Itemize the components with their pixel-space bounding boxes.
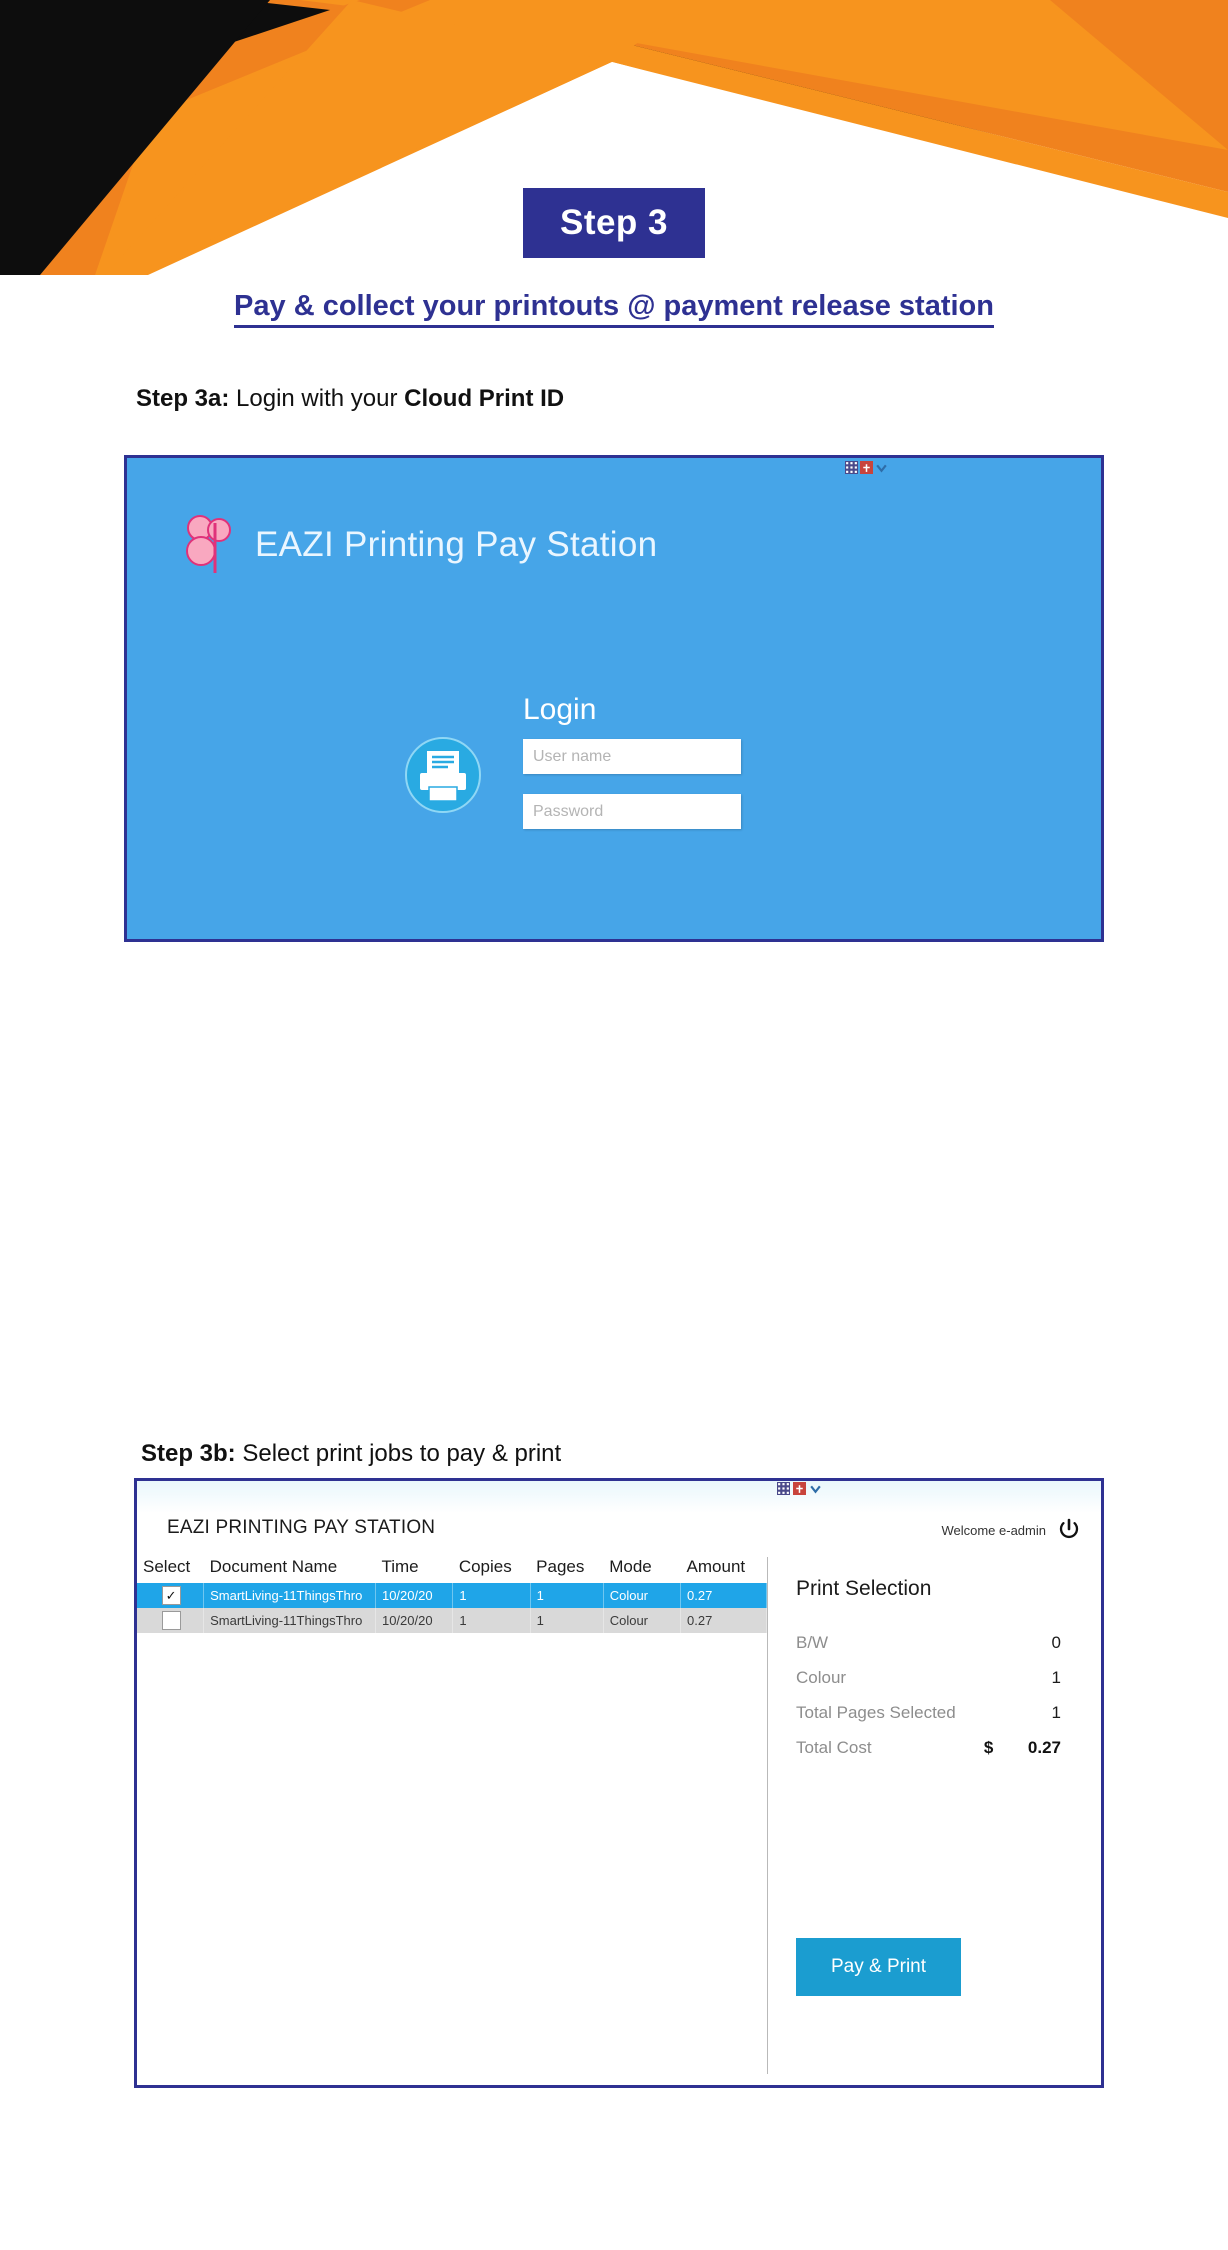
cell-time: 10/20/20 (375, 1583, 454, 1608)
grid-icon[interactable] (845, 461, 858, 474)
column-header-amount[interactable]: Amount (681, 1553, 767, 1583)
step-badge: Step 3 (523, 188, 705, 258)
printer-icon (405, 737, 481, 813)
total-pages-label: Total Pages Selected (796, 1703, 956, 1722)
cell-time: 10/20/20 (375, 1608, 454, 1633)
cell-pages: 1 (530, 1608, 604, 1633)
pay-station-window-controls[interactable] (777, 1482, 822, 1495)
column-header-select[interactable]: Select (137, 1553, 204, 1583)
row-checkbox[interactable] (161, 1611, 181, 1630)
column-header-mode[interactable]: Mode (603, 1553, 680, 1583)
cell-document-name: SmartLiving-11ThingsThro (203, 1583, 376, 1608)
print-selection-title: Print Selection (796, 1577, 932, 1600)
table-body: ✓ SmartLiving-11ThingsThro 10/20/20 1 1 Colou… (137, 1583, 767, 1633)
eazi-logo-icon (186, 515, 231, 573)
column-header-time[interactable]: Time (375, 1553, 452, 1583)
total-cost-label: Total Cost (796, 1738, 872, 1757)
login-screenshot: EAZI Printing Pay Station Login On-Scree… (124, 455, 1104, 942)
step-3b-prefix: Step 3b: (141, 1440, 236, 1467)
print-jobs-panel: Select Document Name Time Copies Pages Mode Am… (137, 1553, 767, 2080)
table-row[interactable]: ✓ SmartLiving-11ThingsThro 10/20/20 1 1 Colou… (137, 1583, 767, 1608)
login-fields: Login (523, 693, 741, 849)
currency-symbol: $ (983, 1738, 994, 1757)
print-jobs-table: Select Document Name Time Copies Pages Mode Am… (137, 1553, 767, 1633)
pin-icon[interactable] (860, 461, 873, 474)
cell-pages: 1 (530, 1583, 604, 1608)
colour-value: 1 (1051, 1668, 1061, 1687)
cell-mode: Colour (603, 1583, 682, 1608)
power-icon[interactable] (1057, 1517, 1081, 1541)
cell-copies: 1 (452, 1583, 531, 1608)
pay-and-print-button[interactable]: Pay & Print (796, 1938, 961, 1996)
chevron-down-icon[interactable] (809, 1482, 822, 1495)
summary-row-total-pages: Total Pages Selected 1 (796, 1703, 1061, 1723)
brand-row: EAZI Printing Pay Station (179, 513, 657, 577)
summary-row-total-cost: Total Cost $ 0.27 (796, 1738, 1061, 1758)
step-3a-emphasis: Cloud Print ID (404, 385, 565, 412)
login-form: Login (403, 693, 741, 849)
total-pages-value: 1 (1051, 1703, 1061, 1722)
row-select-cell[interactable]: ✓ (137, 1583, 205, 1608)
cell-mode: Colour (603, 1608, 682, 1633)
brand-title: EAZI Printing Pay Station (255, 525, 658, 564)
print-selection-panel: Print Selection B/W 0 Colour 1 Total Pag… (768, 1553, 1101, 2080)
column-header-copies[interactable]: Copies (453, 1553, 530, 1583)
summary-row-bw: B/W 0 (796, 1633, 1061, 1653)
bw-value: 0 (1051, 1633, 1061, 1652)
pay-station-header: EAZI PRINTING PAY STATION Welcome e-admi… (137, 1513, 1101, 1553)
row-select-cell[interactable] (137, 1608, 205, 1633)
colour-label: Colour (796, 1668, 847, 1687)
pay-station-top-bar (137, 1481, 1101, 1513)
welcome-message: Welcome e-admin (941, 1523, 1046, 1538)
step-3a-text: Login with your (229, 385, 405, 412)
column-header-document-name[interactable]: Document Name (204, 1553, 376, 1583)
grid-icon[interactable] (777, 1482, 790, 1495)
pay-station-screenshot: EAZI PRINTING PAY STATION Welcome e-admi… (134, 1478, 1104, 2088)
summary-row-colour: Colour 1 (796, 1668, 1061, 1688)
login-window-controls[interactable] (845, 461, 888, 474)
step-3b-label: Step 3b: Select print jobs to pay & prin… (141, 1440, 561, 1468)
page-title: Pay & collect your printouts @ payment r… (0, 290, 1228, 328)
step-3a-prefix: Step 3a: (136, 385, 230, 412)
login-heading: Login (523, 693, 597, 726)
pay-station-body: Select Document Name Time Copies Pages Mode Am… (137, 1553, 1101, 2080)
bw-label: B/W (796, 1633, 829, 1652)
chevron-down-icon[interactable] (875, 461, 888, 474)
page-title-text: Pay & collect your printouts @ payment r… (234, 290, 994, 328)
step-3a-label: Step 3a: Login with your Cloud Print ID (136, 385, 564, 413)
username-input[interactable] (523, 739, 741, 774)
cell-amount: 0.27 (680, 1583, 767, 1608)
pay-station-app-name: EAZI PRINTING PAY STATION (167, 1517, 436, 1538)
table-row[interactable]: SmartLiving-11ThingsThro 10/20/20 1 1 Colour… (137, 1608, 767, 1633)
pin-icon[interactable] (793, 1482, 806, 1495)
cell-copies: 1 (452, 1608, 531, 1633)
row-checkbox[interactable]: ✓ (161, 1586, 181, 1605)
table-header-row: Select Document Name Time Copies Pages Mode Am… (137, 1553, 767, 1583)
cell-amount: 0.27 (680, 1608, 767, 1633)
step-3b-text: Select print jobs to pay & print (235, 1440, 562, 1467)
password-input[interactable] (523, 794, 741, 829)
total-cost-value: 0.27 (1027, 1738, 1061, 1757)
column-header-pages[interactable]: Pages (530, 1553, 603, 1583)
cell-document-name: SmartLiving-11ThingsThro (203, 1608, 376, 1633)
step-badge-label: Step 3 (559, 203, 669, 242)
